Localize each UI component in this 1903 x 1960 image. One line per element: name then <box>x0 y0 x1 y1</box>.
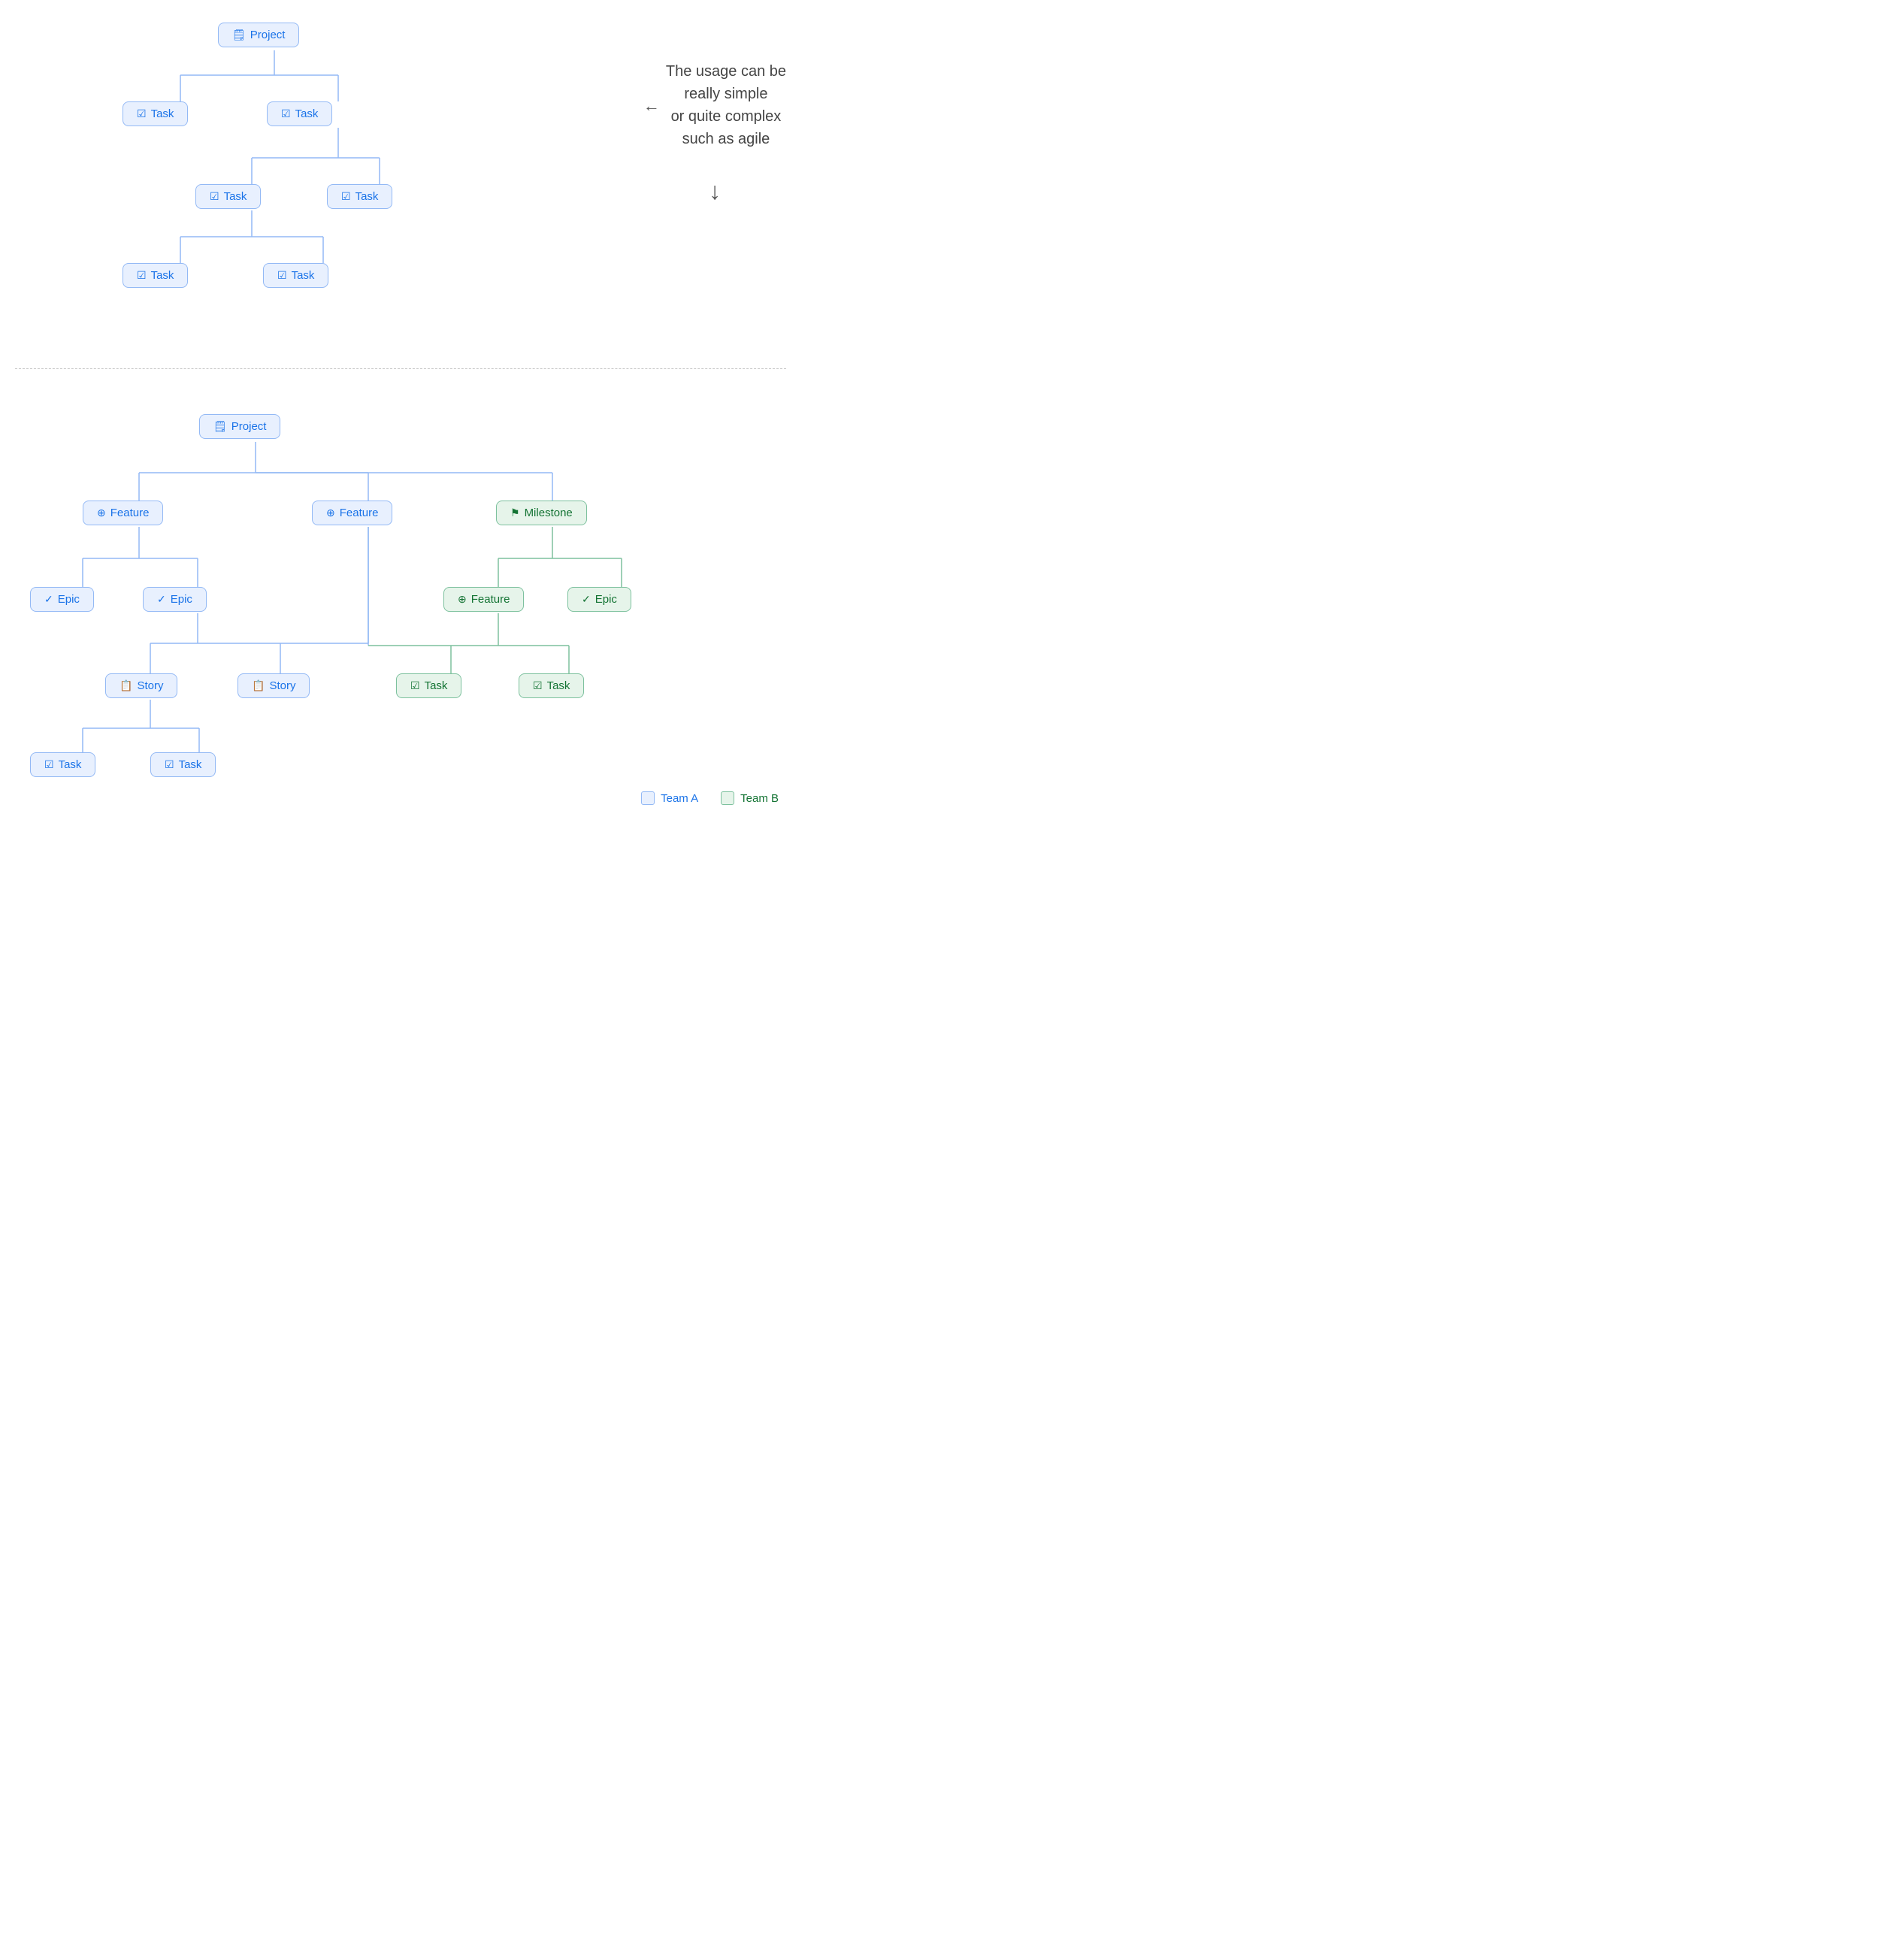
task-green-icon-1: ☑ <box>410 679 420 692</box>
task-label-2: Task <box>295 107 319 120</box>
epic-node-3: ✓ Epic <box>567 587 631 612</box>
legend-box-blue <box>641 791 655 805</box>
milestone-node: ⚑ Milestone <box>496 501 587 525</box>
task-green-1: ☑ Task <box>396 673 461 698</box>
epic-label-2: Epic <box>171 593 192 606</box>
feature-label-1: Feature <box>110 507 150 519</box>
story-node-2: 📋 Story <box>237 673 310 698</box>
task-icon-4: ☑ <box>341 190 351 203</box>
task-icon-2: ☑ <box>281 107 291 120</box>
project-label-2: Project <box>231 420 267 433</box>
legend-team-a: Team A <box>641 791 698 805</box>
feature-node-3: ⊕ Feature <box>443 587 524 612</box>
feature-label-2: Feature <box>340 507 379 519</box>
task-label-1: Task <box>151 107 174 120</box>
story-label-1: Story <box>137 679 163 692</box>
task-icon-3: ☑ <box>210 190 219 203</box>
task-label-3: Task <box>224 190 247 203</box>
task-node-6: ☑ Task <box>263 263 328 288</box>
task-label-6: Task <box>292 269 315 282</box>
story-node-1: 📋 Story <box>105 673 177 698</box>
task-icon-1: ☑ <box>137 107 147 120</box>
task-label-b1: Task <box>59 758 82 771</box>
milestone-label: Milestone <box>525 507 573 519</box>
task-node-2: ☑ Task <box>267 101 332 126</box>
task-icon-b2: ☑ <box>165 758 174 771</box>
task-node-5: ☑ Task <box>123 263 188 288</box>
feature-node-1: ⊕ Feature <box>83 501 163 525</box>
epic-icon-3: ✓ <box>582 593 591 606</box>
epic-label-3: Epic <box>595 593 617 606</box>
legend: Team A Team B <box>641 791 779 805</box>
feature-label-3: Feature <box>471 593 510 606</box>
task-node-bottom-2: ☑ Task <box>150 752 216 777</box>
legend-team-b: Team B <box>721 791 779 805</box>
bottom-project-node: 🗒 Project <box>199 414 280 439</box>
task-icon-6: ☑ <box>277 269 287 282</box>
feature-icon-2: ⊕ <box>326 507 335 519</box>
task-node-4: ☑ Task <box>327 184 392 209</box>
task-node-3: ☑ Task <box>195 184 261 209</box>
task-node-bottom-1: ☑ Task <box>30 752 95 777</box>
legend-box-green <box>721 791 734 805</box>
annotation-line2: really simple <box>666 83 786 105</box>
annotation-text: ← The usage can be really simple or quit… <box>643 60 786 209</box>
section-divider <box>15 368 786 369</box>
task-label-4: Task <box>355 190 379 203</box>
feature-icon-3: ⊕ <box>458 593 467 606</box>
story-icon-1: 📋 <box>120 679 132 692</box>
epic-label-1: Epic <box>58 593 80 606</box>
task-green-label-2: Task <box>547 679 570 692</box>
feature-icon-1: ⊕ <box>97 507 106 519</box>
legend-team-b-label: Team B <box>740 792 779 805</box>
feature-node-2: ⊕ Feature <box>312 501 392 525</box>
bottom-connectors <box>0 384 801 820</box>
story-icon-2: 📋 <box>252 679 265 692</box>
task-icon-b1: ☑ <box>44 758 54 771</box>
epic-node-1: ✓ Epic <box>30 587 94 612</box>
epic-icon-2: ✓ <box>157 593 166 606</box>
task-label-5: Task <box>151 269 174 282</box>
annotation-line3: or quite complex <box>666 105 786 128</box>
annotation-line1: The usage can be <box>666 60 786 83</box>
story-label-2: Story <box>269 679 295 692</box>
task-node-1: ☑ Task <box>123 101 188 126</box>
project-icon: 🗒 <box>232 29 246 41</box>
epic-icon-1: ✓ <box>44 593 53 606</box>
project-icon-2: 🗒 <box>213 420 227 433</box>
milestone-icon: ⚑ <box>510 507 520 519</box>
task-icon-5: ☑ <box>137 269 147 282</box>
task-label-b2: Task <box>179 758 202 771</box>
task-green-icon-2: ☑ <box>533 679 543 692</box>
task-green-2: ☑ Task <box>519 673 584 698</box>
top-project-node: 🗒 Project <box>218 23 299 47</box>
legend-team-a-label: Team A <box>661 792 698 805</box>
epic-node-2: ✓ Epic <box>143 587 207 612</box>
annotation-line4: such as agile <box>666 128 786 150</box>
project-label: Project <box>250 29 286 41</box>
task-green-label-1: Task <box>425 679 448 692</box>
